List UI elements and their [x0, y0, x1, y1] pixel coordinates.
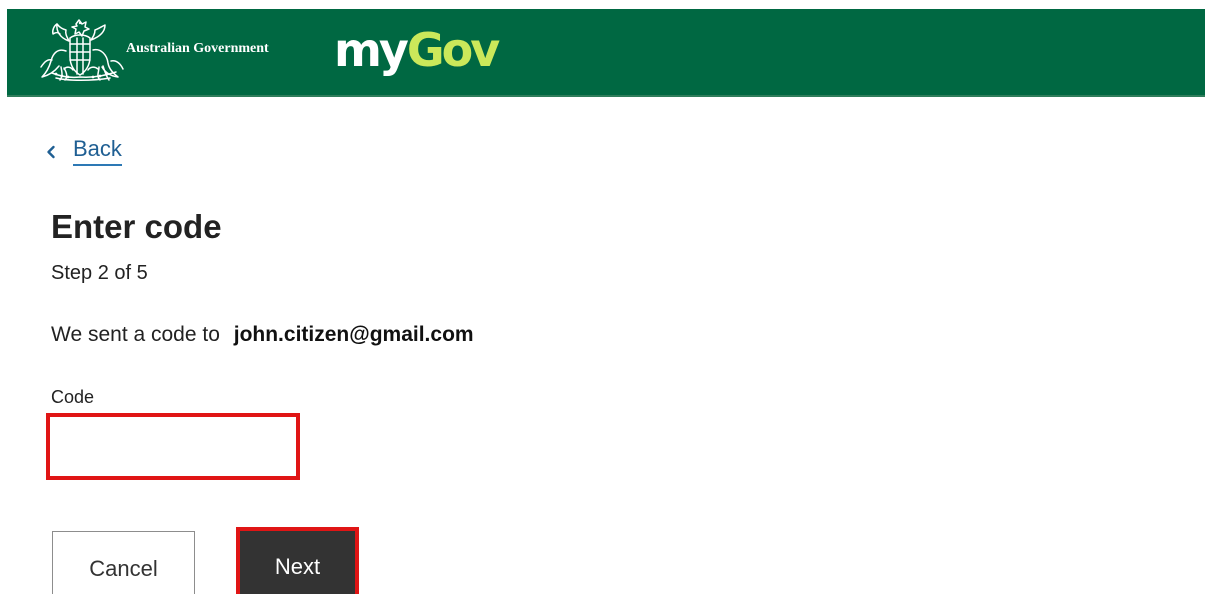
government-name: Australian Government	[126, 41, 269, 56]
mygov-logo-gov: Gov	[406, 23, 500, 77]
code-sent-message: We sent a code to john.citizen@gmail.com	[51, 321, 474, 349]
australian-government-branding: Australian Government	[38, 19, 293, 83]
code-sent-prefix: We sent a code to	[51, 323, 220, 346]
australian-coat-of-arms-icon	[40, 19, 124, 81]
step-indicator: Step 2 of 5	[51, 262, 148, 284]
page-title: Enter code	[51, 208, 222, 245]
back-link-label: Back	[73, 137, 122, 166]
back-link[interactable]: Back	[43, 137, 122, 166]
mygov-enter-code-screen: Australian Government my Gov Back Enter …	[0, 0, 1205, 594]
code-input[interactable]	[46, 413, 300, 480]
next-button[interactable]: Next	[236, 527, 359, 594]
cancel-button[interactable]: Cancel	[52, 531, 195, 594]
chevron-left-icon	[47, 145, 55, 158]
site-header: Australian Government my Gov	[7, 9, 1205, 97]
code-label: Code	[51, 387, 95, 407]
recipient-email: john.citizen@gmail.com	[233, 323, 474, 346]
mygov-logo: my Gov	[334, 21, 500, 79]
mygov-logo-my: my	[334, 23, 409, 77]
